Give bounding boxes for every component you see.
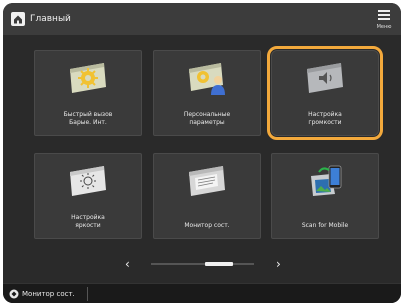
pager-indicator <box>205 262 233 266</box>
tile-volume-settings[interactable]: Настройка громкости <box>267 46 383 140</box>
pager-next-button[interactable]: › <box>276 257 281 271</box>
menu-label: Меню <box>376 24 392 30</box>
tile-status-monitor[interactable]: Монитор сост. <box>153 153 261 239</box>
home-icon[interactable] <box>11 12 25 26</box>
pager: ‹ › <box>3 255 401 275</box>
pager-prev-button[interactable]: ‹ <box>125 257 130 271</box>
menu-icon <box>378 10 390 22</box>
tile-label: Быстрый вызов Барые. Инт. <box>63 111 113 126</box>
status-divider <box>87 287 88 301</box>
pager-track <box>151 263 254 265</box>
header-bar: Главный Меню <box>3 3 401 35</box>
status-monitor-button[interactable]: Монитор сост. <box>22 288 75 300</box>
tile-quick-call[interactable]: Быстрый вызов Барые. Инт. <box>34 50 142 136</box>
personal-settings-icon <box>189 63 225 95</box>
tile-label: Scan for Mobile <box>301 222 349 229</box>
tile-personal-settings[interactable]: Персональные параметры <box>153 50 261 136</box>
tile-label: Настройка яркости <box>71 214 105 229</box>
tile-label: Монитор сост. <box>184 222 230 229</box>
volume-icon <box>307 63 343 93</box>
gear-cube-icon <box>70 63 106 93</box>
device-screen: Главный Меню Быстрый вызов Барые. Инт. П… <box>3 3 401 303</box>
status-monitor-icon[interactable] <box>9 289 19 299</box>
tile-label: Персональные параметры <box>183 111 231 126</box>
tile-label: Настройка громкости <box>308 111 342 126</box>
status-monitor-icon <box>189 166 225 196</box>
page-title: Главный <box>30 14 71 24</box>
tile-brightness-settings[interactable]: Настройка яркости <box>34 153 142 239</box>
status-bar: Монитор сост. <box>3 283 401 303</box>
scan-mobile-icon <box>311 165 342 196</box>
menu-button[interactable]: Меню <box>373 7 395 31</box>
tile-scan-for-mobile[interactable]: Scan for Mobile <box>271 153 379 239</box>
brightness-icon <box>70 166 106 196</box>
main-grid: Быстрый вызов Барые. Инт. Персональные п… <box>3 35 401 283</box>
